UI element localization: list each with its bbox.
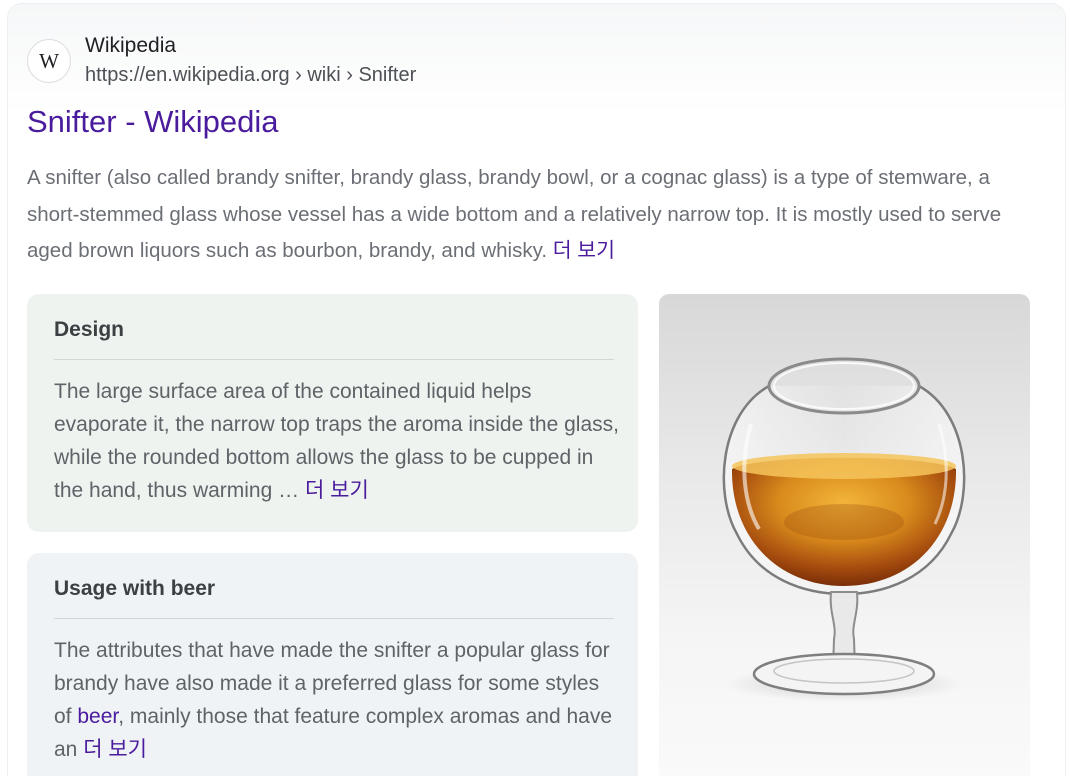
brandy-snifter-illustration bbox=[722, 357, 966, 702]
result-snippet: A snifter (also called brandy snifter, b… bbox=[27, 160, 1027, 270]
snippet-text: A snifter (also called brandy snifter, b… bbox=[27, 166, 1002, 262]
section-heading: Design bbox=[54, 318, 125, 341]
beer-link[interactable]: beer bbox=[77, 705, 118, 728]
section-usage-with-beer[interactable]: Usage with beer The attributes that have… bbox=[27, 553, 638, 776]
section-more-link[interactable]: 더 보기 bbox=[83, 738, 147, 761]
site-name: Wikipedia bbox=[85, 34, 177, 57]
snippet-more-link[interactable]: 더 보기 bbox=[553, 239, 615, 262]
section-design[interactable]: Design The large surface area of the con… bbox=[27, 294, 638, 532]
favicon-letter: W bbox=[39, 48, 59, 73]
section-heading: Usage with beer bbox=[54, 577, 216, 600]
section-more-link[interactable]: 더 보기 bbox=[305, 479, 369, 502]
snifter-image[interactable] bbox=[659, 294, 1030, 776]
section-divider bbox=[54, 359, 614, 360]
glass-base bbox=[752, 652, 936, 696]
wikipedia-favicon-icon: W bbox=[27, 39, 71, 83]
result-title-link[interactable]: Snifter - Wikipedia bbox=[27, 104, 279, 140]
section-text: The large surface area of the contained … bbox=[54, 375, 619, 507]
section-divider bbox=[54, 618, 614, 619]
result-source[interactable]: W Wikipedia https://en.wikipedia.org › w… bbox=[27, 33, 416, 89]
breadcrumb: https://en.wikipedia.org › wiki › Snifte… bbox=[85, 64, 417, 86]
section-text: The attributes that have made the snifte… bbox=[54, 634, 619, 766]
source-text: Wikipedia https://en.wikipedia.org › wik… bbox=[85, 34, 417, 86]
